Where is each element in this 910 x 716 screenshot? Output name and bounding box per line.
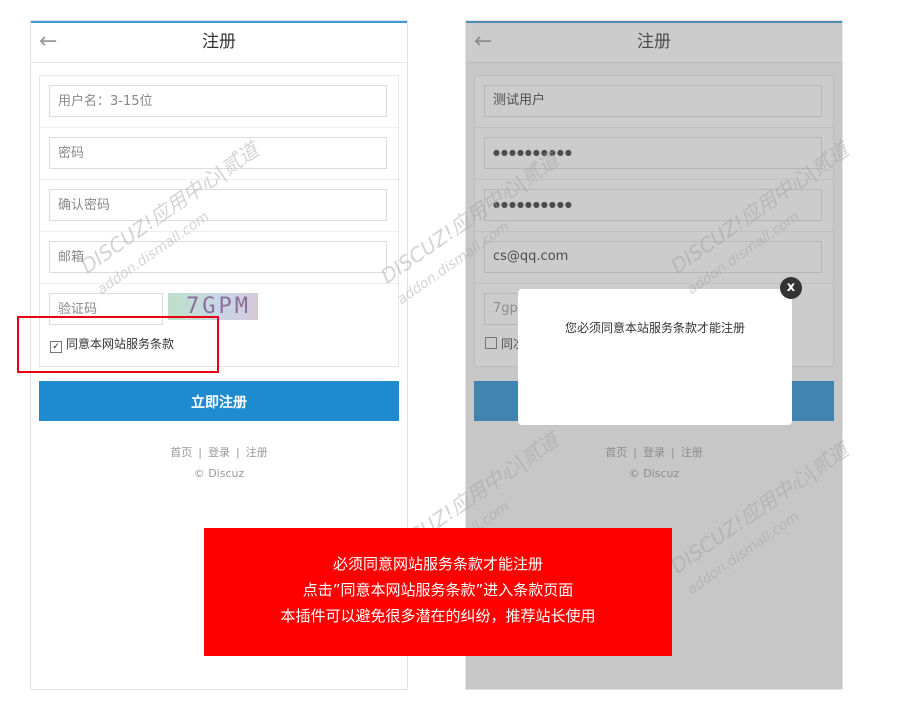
banner-line-2: 点击”同意本网站服务条款”进入条款页面	[302, 581, 574, 599]
banner-line-3: 本插件可以避免很多潜在的纠纷，推荐站长使用	[280, 607, 596, 625]
username-row	[40, 76, 398, 128]
username-input[interactable]	[49, 85, 387, 117]
close-icon[interactable]: x	[780, 277, 802, 299]
register-button[interactable]: 立即注册	[39, 381, 399, 421]
back-arrow-icon[interactable]: ←	[39, 30, 63, 54]
footer-separator: |	[236, 446, 240, 459]
highlight-box	[17, 316, 219, 373]
page-title: 注册	[202, 32, 236, 52]
terms-alert-dialog: 您必须同意本站服务条款才能注册 x	[518, 277, 802, 425]
copyright: © Discuz	[193, 467, 245, 480]
footer-link-login[interactable]: 登录	[208, 446, 230, 459]
footer-link-register[interactable]: 注册	[246, 446, 268, 459]
dialog-message: 您必须同意本站服务条款才能注册	[564, 321, 745, 335]
header-bar: ← 注册	[31, 21, 407, 63]
banner-line-1: 必须同意网站服务条款才能注册	[332, 555, 543, 573]
footer-links: 首页 | 登录 | 注册	[31, 444, 407, 460]
promo-banner: 必须同意网站服务条款才能注册 点击”同意本网站服务条款”进入条款页面 本插件可以…	[204, 528, 672, 656]
footer-separator: |	[198, 446, 202, 459]
footer-link-home[interactable]: 首页	[170, 446, 192, 459]
